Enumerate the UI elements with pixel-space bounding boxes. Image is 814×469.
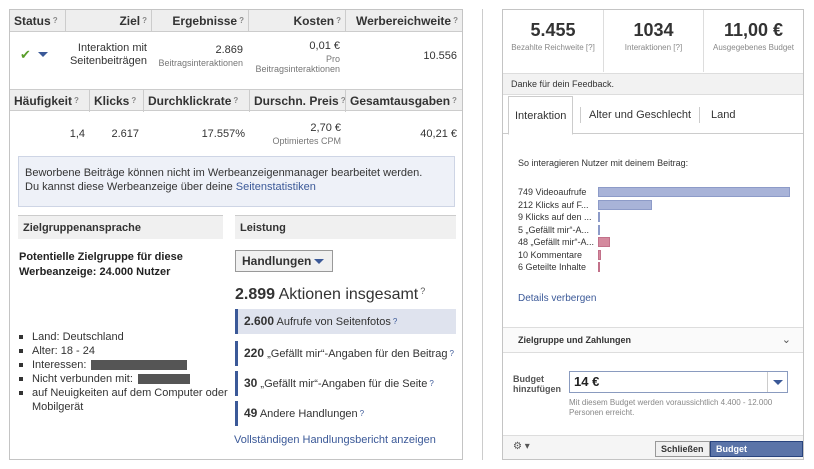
col-status[interactable]: Status? <box>10 10 65 32</box>
action-row: 49 Andere Handlungen? <box>235 401 456 426</box>
list-item: Alter: 18 - 24 <box>18 344 228 358</box>
bar <box>598 199 652 210</box>
list-item: Interessen: <box>18 358 228 372</box>
col-durchklickrate[interactable]: Durchklickrate? <box>143 90 249 112</box>
bar <box>598 249 601 260</box>
tab-land[interactable]: Land <box>705 96 741 134</box>
klicks-value: 2.617 <box>111 128 139 140</box>
bar-label: 6 Geteilte Inhalte <box>518 262 587 272</box>
bar-label: 9 Klicks auf den ... <box>518 212 592 222</box>
table1-header: Status? Ziel? Ergebnisse? Kosten? Werber… <box>10 10 462 32</box>
zielgruppe-heading: Zielgruppenansprache <box>18 215 223 239</box>
action-row: 30 „Gefällt mir“-Angaben für die Seite? <box>235 371 456 396</box>
stat-paid-reach: 5.455 Bezahlte Reichweite [?] <box>511 20 595 52</box>
close-button[interactable]: Schließen <box>655 441 710 457</box>
list-item: Land: Deutschland <box>18 330 228 344</box>
post-insights-panel: 5.455 Bezahlte Reichweite [?] 1034 Inter… <box>502 9 804 468</box>
bar-row: 5 „Gefällt mir“-A... <box>518 224 798 236</box>
preis-sub: Optimiertes CPM <box>272 136 341 146</box>
bar-row: 6 Geteilte Inhalte <box>518 261 798 273</box>
interaction-title: So interagieren Nutzer mit deinem Beitra… <box>518 158 689 168</box>
info-notice: Beworbene Beiträge können nicht im Werbe… <box>18 156 455 207</box>
ziel-value: Interaktion mit Seitenbeiträgen <box>69 42 147 67</box>
details-toggle-link[interactable]: Details verbergen <box>518 293 596 304</box>
full-report-link[interactable]: Vollständigen Handlungsbericht anzeigen <box>234 434 436 446</box>
bar <box>598 262 600 272</box>
dialog-footer: ⚙ ▾ Schließen Budget hinzufügen <box>503 435 803 468</box>
col-gesamtausgaben[interactable]: Gesamtausgaben? <box>345 90 462 112</box>
stat-budget-spent: 11,00 € Ausgegebenes Budget <box>703 10 803 72</box>
add-budget-button[interactable]: Budget hinzufügen <box>710 441 803 468</box>
checkmark-icon: ✔ <box>20 47 31 62</box>
redacted-block <box>91 360 188 371</box>
divider <box>482 9 483 460</box>
leistung-heading: Leistung <box>235 215 456 239</box>
bar <box>598 224 600 235</box>
bar-row: 9 Klicks auf den ... <box>518 211 798 223</box>
tab-divider <box>699 107 700 123</box>
stat-interactions: 1034 Interaktionen [?] <box>603 10 703 72</box>
list-item: auf Neuigkeiten auf dem Computer oder Mo… <box>18 386 228 414</box>
kosten-sub: Pro <box>325 54 340 64</box>
ad-report-panel: Status? Ziel? Ergebnisse? Kosten? Werber… <box>9 9 463 460</box>
col-ziel[interactable]: Ziel? <box>65 10 151 32</box>
gesamtausgaben-value: 40,21 € <box>420 128 457 140</box>
bar <box>598 237 610 247</box>
zielgruppe-zahlungen-section[interactable]: Zielgruppe und Zahlungen ⌄ <box>503 327 803 353</box>
bar-label: 48 „Gefällt mir“-A... <box>518 237 595 247</box>
durchklickrate-value: 17.557% <box>201 128 245 140</box>
reichweite-value: 10.556 <box>423 50 457 62</box>
gear-icon[interactable]: ⚙ ▾ <box>513 441 530 452</box>
interaction-breakdown: So interagieren Nutzer mit deinem Beitra… <box>503 135 803 318</box>
actions-total: 2.899 Aktionen insgesamt? <box>235 286 426 303</box>
insights-tabs: Interaktion Alter und Geschlecht Land <box>503 96 803 135</box>
table2-header: Häufigkeit? Klicks? Durchklickrate? Durs… <box>10 89 462 112</box>
bar-row: 749 Videoaufrufe <box>518 186 798 198</box>
tab-interaktion[interactable]: Interaktion <box>508 96 574 135</box>
preis-value: 2,70 € <box>310 122 341 134</box>
kosten-sub2: Beitragsinteraktionen <box>255 64 340 74</box>
bar-label: 749 Videoaufrufe <box>518 187 587 197</box>
bar-row: 212 Klicks auf F... <box>518 199 798 211</box>
seitenstatistiken-link[interactable]: Seitenstatistiken <box>236 181 316 193</box>
haeufigkeit-value: 1,4 <box>69 128 85 140</box>
col-klicks[interactable]: Klicks? <box>89 90 143 112</box>
col-kosten[interactable]: Kosten? <box>248 10 345 32</box>
action-row: 220 „Gefällt mir“-Angaben für den Beitra… <box>235 341 456 366</box>
bar-row: 48 „Gefällt mir“-A... <box>518 236 798 248</box>
bar <box>598 187 790 197</box>
col-haeufigkeit[interactable]: Häufigkeit? <box>10 90 89 112</box>
bar-row: 10 Kommentare <box>518 249 798 261</box>
col-preis[interactable]: Durschn. Preis? <box>249 90 346 112</box>
tab-divider <box>580 107 581 123</box>
bar-label: 212 Klicks auf F... <box>518 199 589 210</box>
action-row: 2.600 Aufrufe von Seitenfotos? <box>235 309 456 334</box>
chevron-down-icon <box>314 259 324 264</box>
targeting-list: Land: Deutschland Alter: 18 - 24 Interes… <box>18 330 228 414</box>
bar <box>598 212 600 222</box>
tab-alter-geschlecht[interactable]: Alter und Geschlecht <box>583 96 697 134</box>
status-dropdown-icon[interactable] <box>38 52 48 57</box>
ergebnisse-value: 2.869 <box>215 44 243 56</box>
col-ergebnisse[interactable]: Ergebnisse? <box>151 10 248 32</box>
budget-help-text: Mit diesem Budget werden voraussichtlich… <box>569 398 773 417</box>
chevron-down-icon: ⌄ <box>781 334 791 346</box>
bar-label: 10 Kommentare <box>518 249 583 260</box>
kosten-value: 0,01 € <box>309 40 340 52</box>
feedback-message: Danke für dein Feedback. <box>503 73 803 95</box>
ergebnisse-sub: Beitragsinteraktionen <box>158 58 243 68</box>
potential-audience: Potentielle Zielgruppe für diese Werbean… <box>19 251 183 278</box>
col-werbereichweite[interactable]: Werbereichweite? <box>345 10 462 32</box>
redacted-block <box>137 374 190 385</box>
handlungen-dropdown[interactable]: Handlungen <box>235 250 333 272</box>
budget-label: Budget hinzufügen <box>513 374 561 394</box>
chevron-down-icon[interactable] <box>767 372 787 392</box>
bar-label: 5 „Gefällt mir“-A... <box>518 224 590 235</box>
list-item: Nicht verbunden mit: <box>18 372 228 386</box>
budget-select[interactable]: 14 € <box>569 371 788 393</box>
